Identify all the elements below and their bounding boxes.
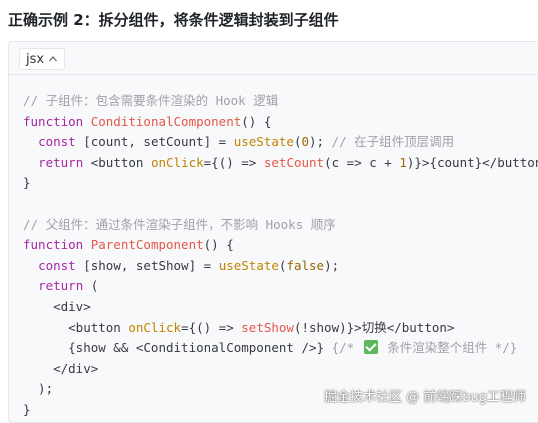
code-token: // 在子组件顶层调用 (331, 134, 455, 150)
code-block-header: jsx (9, 42, 538, 75)
code-token: const (38, 134, 84, 150)
code-line: <div> (23, 297, 538, 318)
code-token: {/* (331, 340, 362, 356)
code-token: </button> (386, 319, 455, 335)
code-token: setCount (263, 154, 325, 170)
code-token: useState (218, 257, 279, 273)
code-token: 1 (399, 154, 407, 170)
code-token: ); (23, 381, 54, 397)
code-line: <button onClick={() => setShow(!show)}>切… (23, 318, 538, 339)
code-token: onClick (128, 319, 182, 335)
code-token: return (38, 278, 91, 294)
code-token: function (23, 237, 91, 253)
code-line: return ( (23, 276, 538, 297)
code-token: [count, setCount] = (83, 134, 234, 150)
code-token: [show, setShow] = (83, 257, 219, 273)
code-token: ParentComponent (90, 237, 204, 253)
code-token: function (23, 113, 91, 129)
code-token: const (38, 257, 84, 273)
code-token: </div> (23, 360, 99, 376)
code-token: false (286, 257, 325, 273)
check-mark-button-icon (363, 340, 378, 355)
code-token: )}>{count}</button>; (406, 154, 538, 170)
code-token: } (23, 175, 31, 191)
language-label: jsx (26, 51, 45, 67)
code-token: ( (90, 278, 99, 294)
code-token: // 子组件：包含需要条件渲染的 Hook 逻辑 (23, 93, 279, 108)
code-token: return (38, 154, 91, 170)
code-line: // 父组件：通过条件渲染子组件，不影响 Hooks 顺序 (23, 215, 538, 236)
code-token: <div> (23, 298, 91, 314)
code-line: const [count, setCount] = useState(0); /… (23, 132, 538, 153)
code-token: <button (90, 154, 151, 170)
code-token: (c => c + (324, 154, 400, 170)
page-title: 正确示例 2：拆分组件，将条件逻辑封装到子组件 (8, 11, 339, 29)
code-line: // 子组件：包含需要条件渲染的 Hook 逻辑 (23, 91, 538, 112)
code-line: </div> (23, 359, 538, 380)
code-token: (!show)}> (293, 319, 362, 335)
code-token: ={() => (203, 154, 264, 170)
language-toggle-button[interactable]: jsx (19, 48, 66, 70)
code-token: 0 (301, 134, 310, 150)
code-line: {show && <ConditionalComponent />} {/* 条… (23, 338, 538, 359)
code-line: return <button onClick={() => setCount(c… (23, 153, 538, 174)
code-token: ); (324, 257, 340, 273)
chevron-up-icon (49, 56, 58, 62)
code-token: onClick (150, 154, 204, 170)
watermark: 掘金技术社区 @ 前端踩bug工程师 (323, 390, 526, 405)
code-token: // 父组件：通过条件渲染子组件，不影响 Hooks 顺序 (23, 216, 336, 232)
code-token: 切换 (361, 319, 387, 335)
code-token: ); (309, 134, 332, 150)
code-token: {show && <ConditionalComponent />} (23, 340, 332, 356)
code-line: function ConditionalComponent() { (23, 112, 538, 133)
code-block: jsx // 子组件：包含需要条件渲染的 Hook 逻辑 function Con… (8, 41, 538, 423)
code-token: () { (203, 237, 234, 253)
code-token: 条件渲染整个组件 */} (379, 340, 518, 356)
code-line: function ParentComponent() { (23, 235, 538, 256)
code-line: const [show, setShow] = useState(false); (23, 256, 538, 277)
code-line: } (23, 173, 538, 194)
code-token: () { (241, 113, 272, 129)
code-token: setShow (241, 319, 294, 335)
code-token: useState (233, 134, 294, 150)
code-token: ConditionalComponent (90, 113, 242, 129)
code-token: ={() => (181, 319, 242, 335)
code-token: <button (23, 319, 129, 335)
code-content: // 子组件：包含需要条件渲染的 Hook 逻辑 function Conditi… (23, 91, 538, 421)
